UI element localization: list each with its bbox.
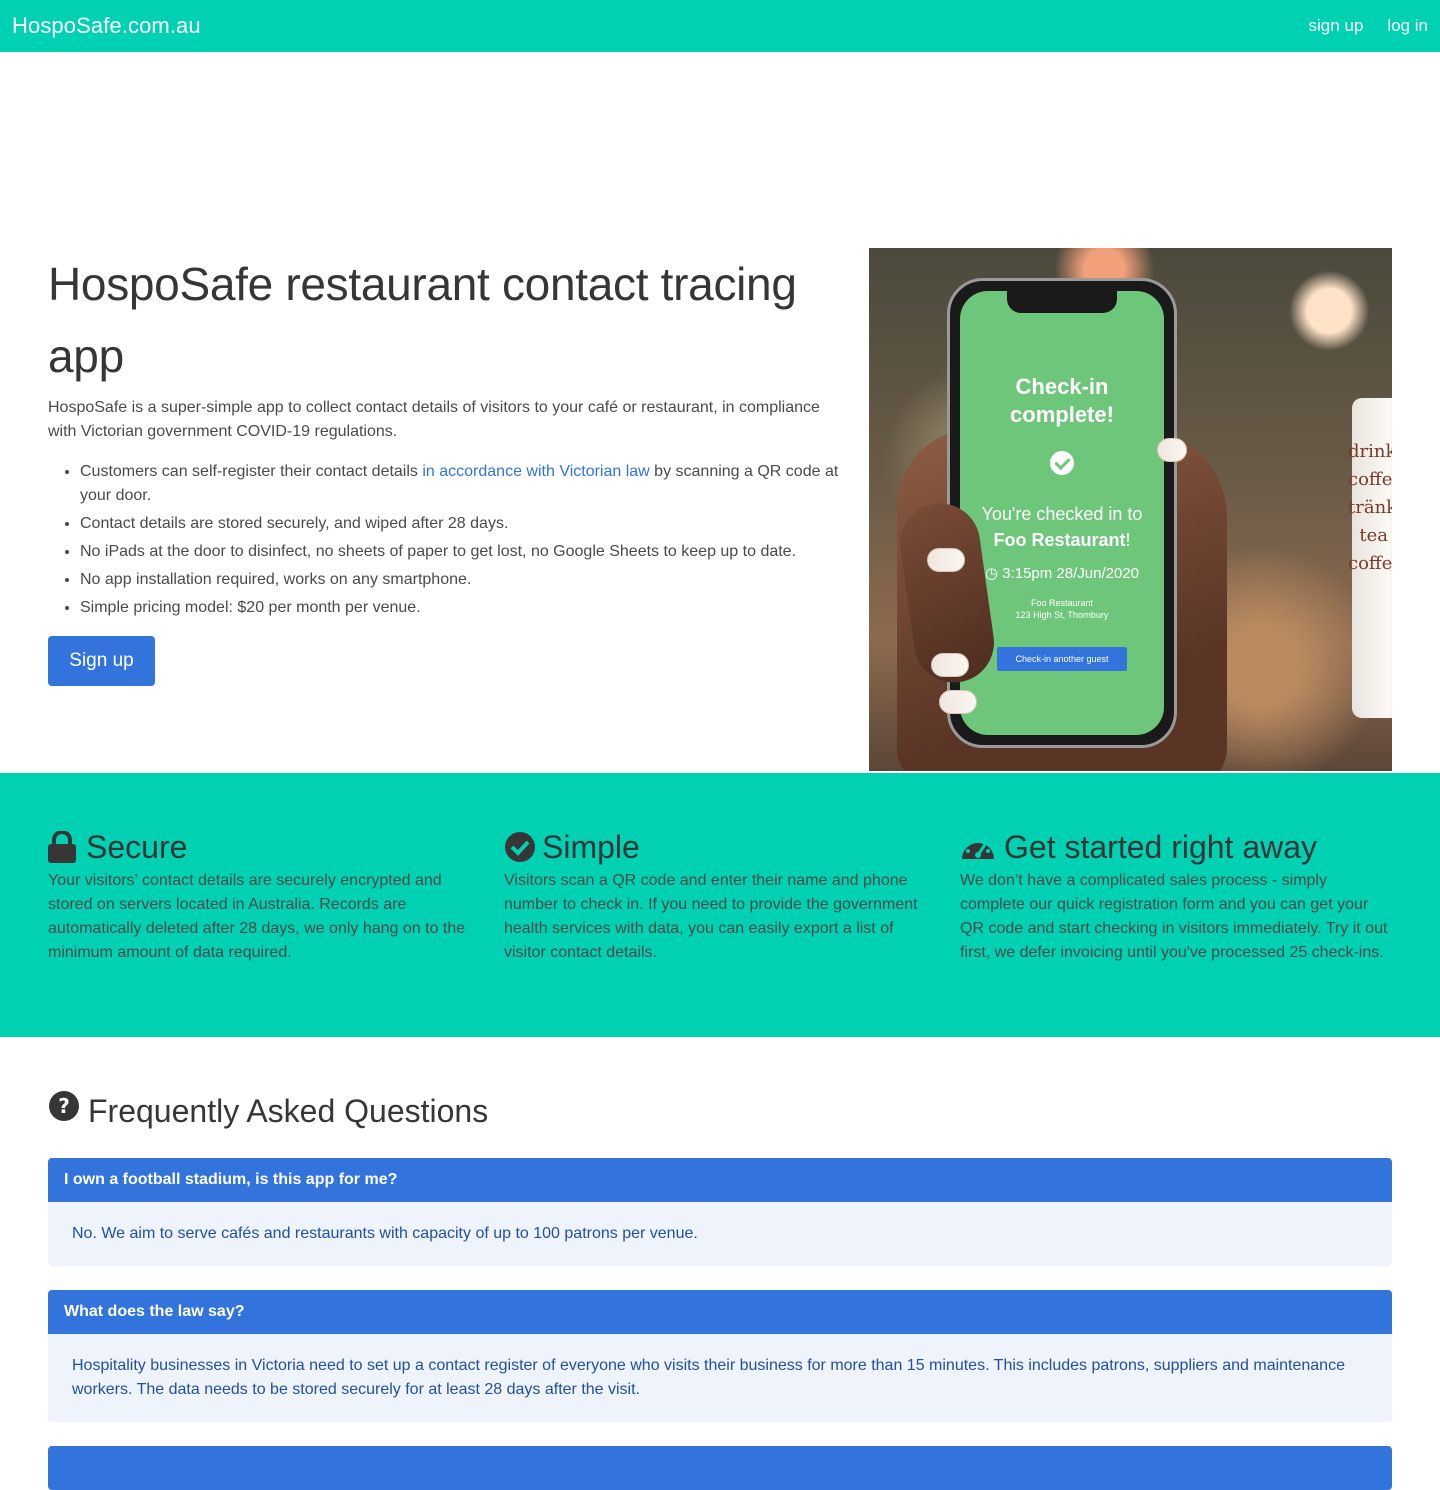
hero-text: HospoSafe restaurant contact tracing app… <box>48 248 848 686</box>
fingernail <box>1157 438 1187 462</box>
screen-venue-small-name: Foo Restaurant <box>1030 598 1094 608</box>
faq-answer: Hospitality businesses in Victoria need … <box>48 1334 1392 1422</box>
screen-venue: Foo Restaurant! <box>960 527 1164 553</box>
cup-print: drinks coffee tränk tea coffe <box>1348 441 1392 574</box>
faq-question-partial[interactable] <box>48 1446 1392 1490</box>
bullet-pricing: Simple pricing model: $20 per month per … <box>80 596 848 620</box>
phone-notch <box>1007 291 1117 313</box>
faq-question[interactable]: I own a football stadium, is this app fo… <box>48 1158 1392 1202</box>
fingernail <box>939 690 977 714</box>
svg-text:?: ? <box>58 1094 70 1118</box>
question-circle-icon: ? <box>48 1090 80 1131</box>
screen-title-line1: Check-in <box>1015 374 1109 399</box>
nav-signup-link[interactable]: sign up <box>1309 14 1364 38</box>
bullet-secure-storage: Contact details are stored securely, and… <box>80 512 848 536</box>
hero-section: HospoSafe restaurant contact tracing app… <box>0 52 1440 773</box>
bullet-self-register: Customers can self-register their contac… <box>80 460 848 508</box>
faq-title: ? Frequently Asked Questions <box>48 1090 1392 1131</box>
screen-time-text: 3:15pm 28/Jun/2020 <box>1002 565 1140 582</box>
victorian-law-link[interactable]: in accordance with Victorian law <box>422 463 649 480</box>
hero-title: HospoSafe restaurant contact tracing app <box>48 258 797 382</box>
screen-venue-suffix: ! <box>1125 530 1131 550</box>
bullet-text: Customers can self-register their contac… <box>80 463 423 480</box>
fingernail <box>927 548 965 572</box>
hero-phone-image: drinks coffee tränk tea coffe Check-in c… <box>869 248 1392 771</box>
feature-title: Simple <box>504 827 938 867</box>
features-section: Secure Your visitors’ contact details ar… <box>0 773 1440 1037</box>
feature-text: Visitors scan a QR code and enter their … <box>504 872 918 961</box>
faq-title-text: Frequently Asked Questions <box>88 1092 489 1129</box>
screen-checkin-another-button: Check-in another guest <box>997 647 1127 671</box>
feature-secure: Secure Your visitors’ contact details ar… <box>48 827 482 965</box>
feature-simple: Simple Visitors scan a QR code and enter… <box>504 827 938 965</box>
faq-section: ? Frequently Asked Questions I own a foo… <box>48 1090 1392 1490</box>
feature-get-started: Get started right away We don’t have a c… <box>960 827 1394 965</box>
hero-lead: HospoSafe is a super-simple app to colle… <box>48 399 820 440</box>
screen-title: Check-in complete! <box>960 373 1164 429</box>
faq-item: I own a football stadium, is this app fo… <box>48 1158 1392 1266</box>
faq-item: What does the law say? Hospitality busin… <box>48 1290 1392 1422</box>
faq-item-partial <box>48 1446 1392 1490</box>
screen-venue-name: Foo Restaurant <box>993 530 1126 550</box>
nav-links: sign up log in <box>1309 14 1428 38</box>
feature-text: We don’t have a complicated sales proces… <box>960 872 1388 961</box>
feature-text: Your visitors’ contact details are secur… <box>48 872 466 961</box>
screen-time: ◷ 3:15pm 28/Jun/2020 <box>960 563 1164 585</box>
bullet-no-ipads: No iPads at the door to disinfect, no sh… <box>80 540 848 564</box>
feature-title: Get started right away <box>960 827 1394 867</box>
feature-bullets: Customers can self-register their contac… <box>48 460 848 620</box>
clock-icon: ◷ <box>984 565 1003 582</box>
lock-icon <box>48 830 78 863</box>
screen-checked-in: You're checked in to <box>981 504 1143 524</box>
phone-screen: Check-in complete! You're checked in to … <box>960 291 1164 735</box>
phone: Check-in complete! You're checked in to … <box>947 278 1177 748</box>
check-circle-icon <box>504 831 535 863</box>
screen-title-line2: complete! <box>1010 402 1114 427</box>
brand-link[interactable]: HospoSafe.com.au <box>12 14 201 38</box>
feature-title-text: Get started right away <box>1004 829 1318 865</box>
check-icon <box>1050 451 1074 475</box>
fingernail <box>931 653 969 677</box>
feature-title: Secure <box>48 827 482 867</box>
feature-title-text: Simple <box>542 829 640 865</box>
top-navbar: HospoSafe.com.au sign up log in <box>0 0 1440 52</box>
faq-question[interactable]: What does the law say? <box>48 1290 1392 1334</box>
hero-signup-button[interactable]: Sign up <box>48 636 155 686</box>
speedometer-icon <box>960 831 996 863</box>
feature-title-text: Secure <box>86 829 188 865</box>
nav-login-link[interactable]: log in <box>1387 14 1428 38</box>
bullet-no-install: No app installation required, works on a… <box>80 568 848 592</box>
faq-answer: No. We aim to serve cafés and restaurant… <box>48 1202 1392 1266</box>
